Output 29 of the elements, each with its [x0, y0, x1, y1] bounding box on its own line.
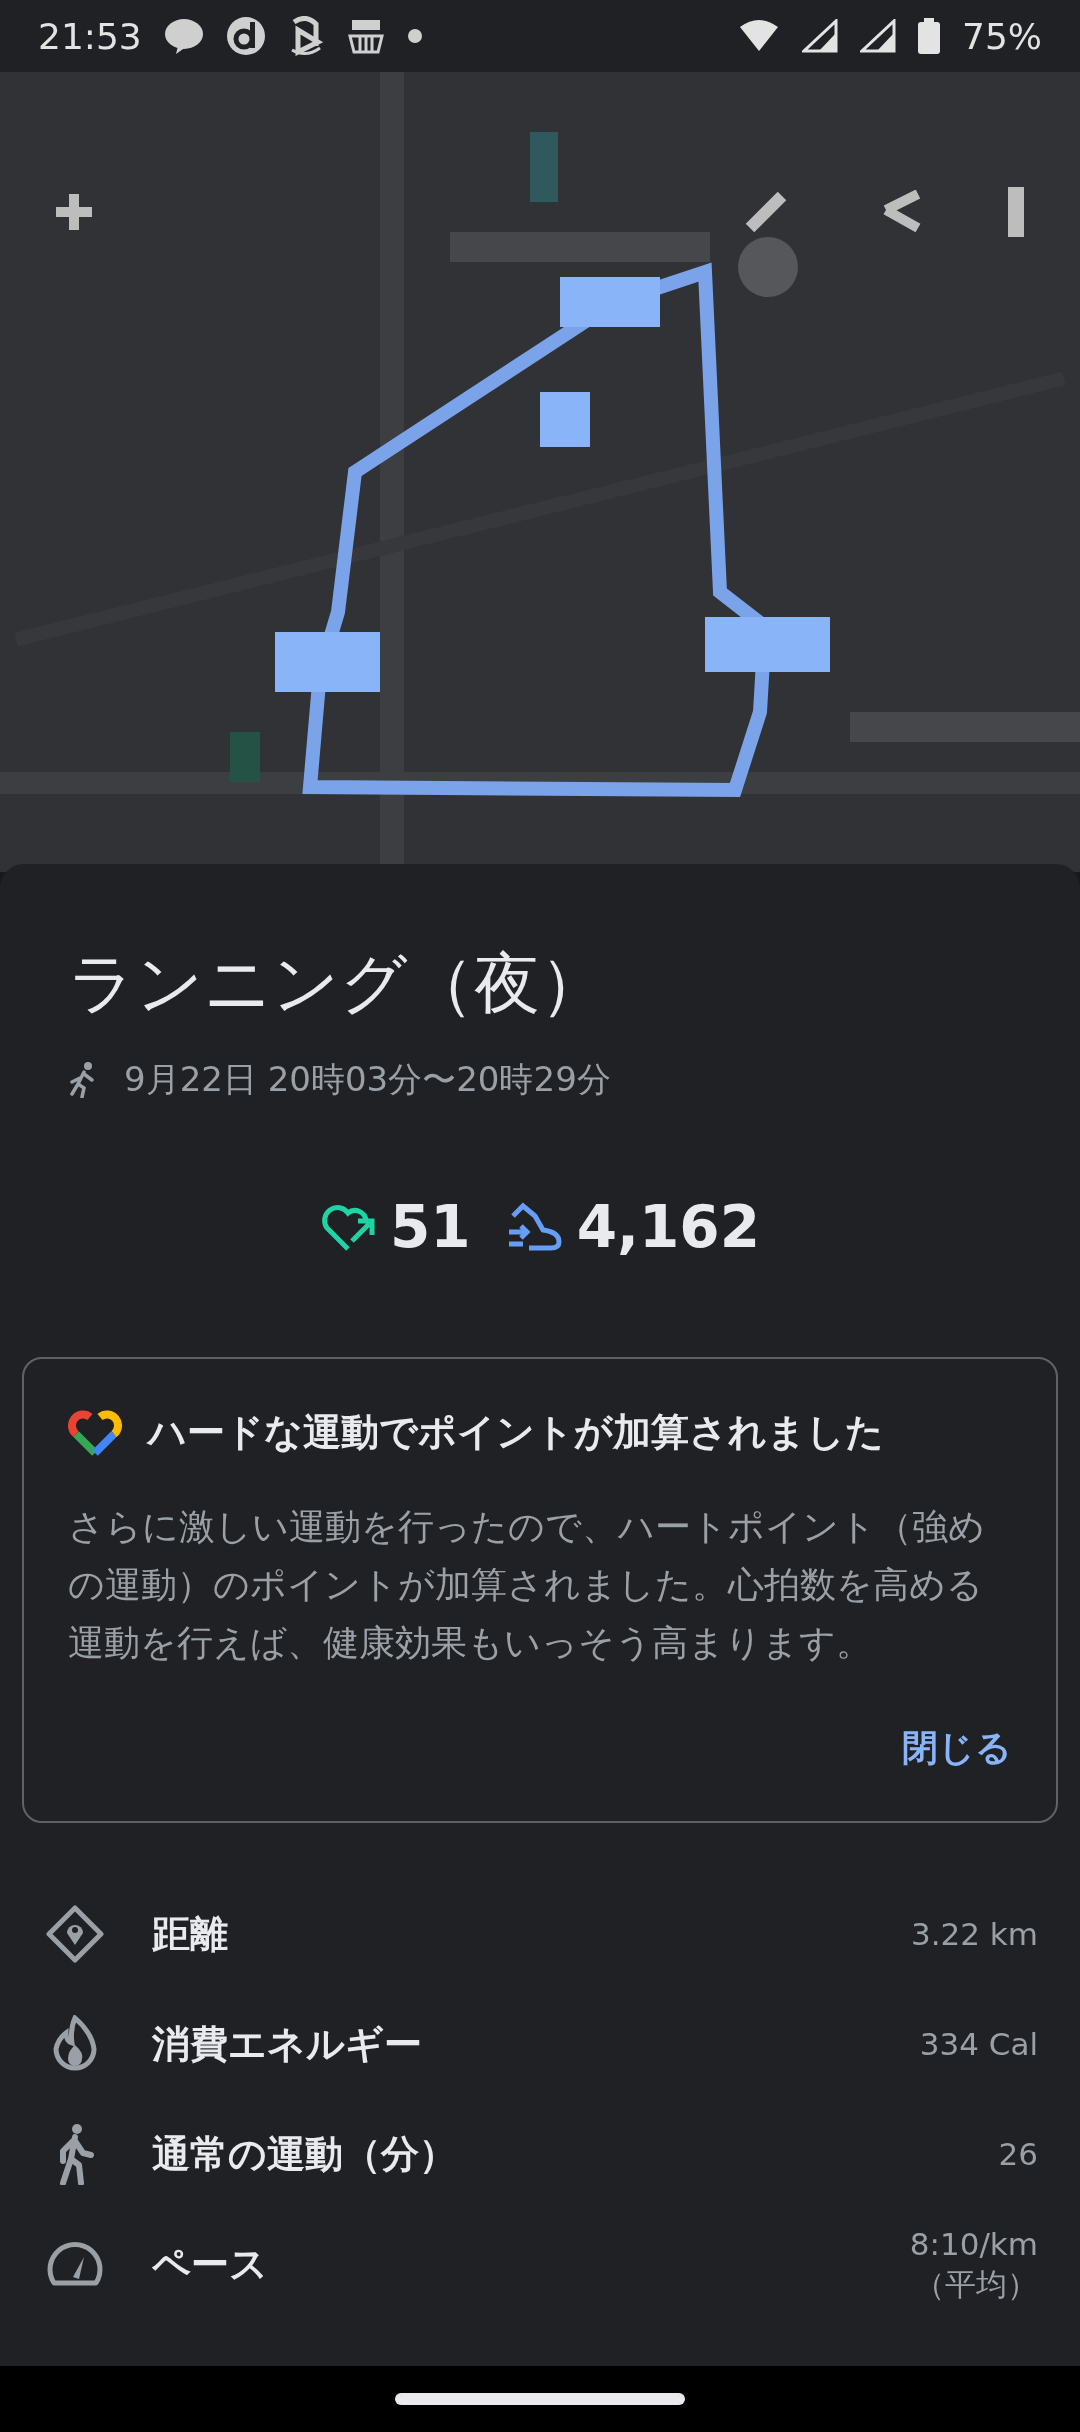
metric-label: ペース: [152, 2240, 269, 2288]
signal-icon: [860, 19, 896, 53]
colorful-heart-icon: [68, 1408, 122, 1457]
metric-note: （平均）: [914, 2265, 1038, 2305]
steps-count: 4,162: [576, 1193, 761, 1262]
battery-level: 75%: [962, 15, 1042, 57]
signal-icon: [802, 19, 838, 53]
heart-points-count: 51: [389, 1193, 471, 1262]
notice-text: さらに激しい運動を行ったので、ハートポイント（強めの運動）のポイントが加算されました。心拍数を高める運動を行えば、健康効果もいっそう高まります。: [68, 1505, 986, 1666]
close-button[interactable]: 閉じる: [902, 1716, 1012, 1782]
metric-value: 8:10/km: [909, 2225, 1038, 2265]
status-time: 21:53: [38, 15, 142, 57]
app-logo-icon: [225, 16, 266, 56]
location-diamond-icon: [46, 1905, 104, 1964]
speedometer-icon: [46, 2241, 104, 2288]
metric-value: 26: [998, 2135, 1038, 2175]
metric-label: 消費エネルギー: [152, 2020, 423, 2068]
wifi-icon: [738, 19, 780, 53]
chat-bubble-icon: [163, 18, 204, 54]
metric-label: 距離: [152, 1910, 229, 1958]
metric-value: 334 Cal: [919, 2025, 1038, 2065]
notification-dot-icon: [407, 29, 422, 43]
activity-title: ランニング（夜）: [68, 944, 607, 1024]
notice-title: ハードな運動でポイントが加算されました: [148, 1409, 884, 1457]
home-handle[interactable]: [395, 2393, 685, 2405]
activity-datetime: 9月22日 20時03分〜20時29分: [124, 1058, 611, 1102]
metric-value: 3.22 km: [910, 1915, 1038, 1955]
metric-label: 通常の運動（分）: [152, 2130, 458, 2178]
battery-icon: [918, 18, 940, 54]
